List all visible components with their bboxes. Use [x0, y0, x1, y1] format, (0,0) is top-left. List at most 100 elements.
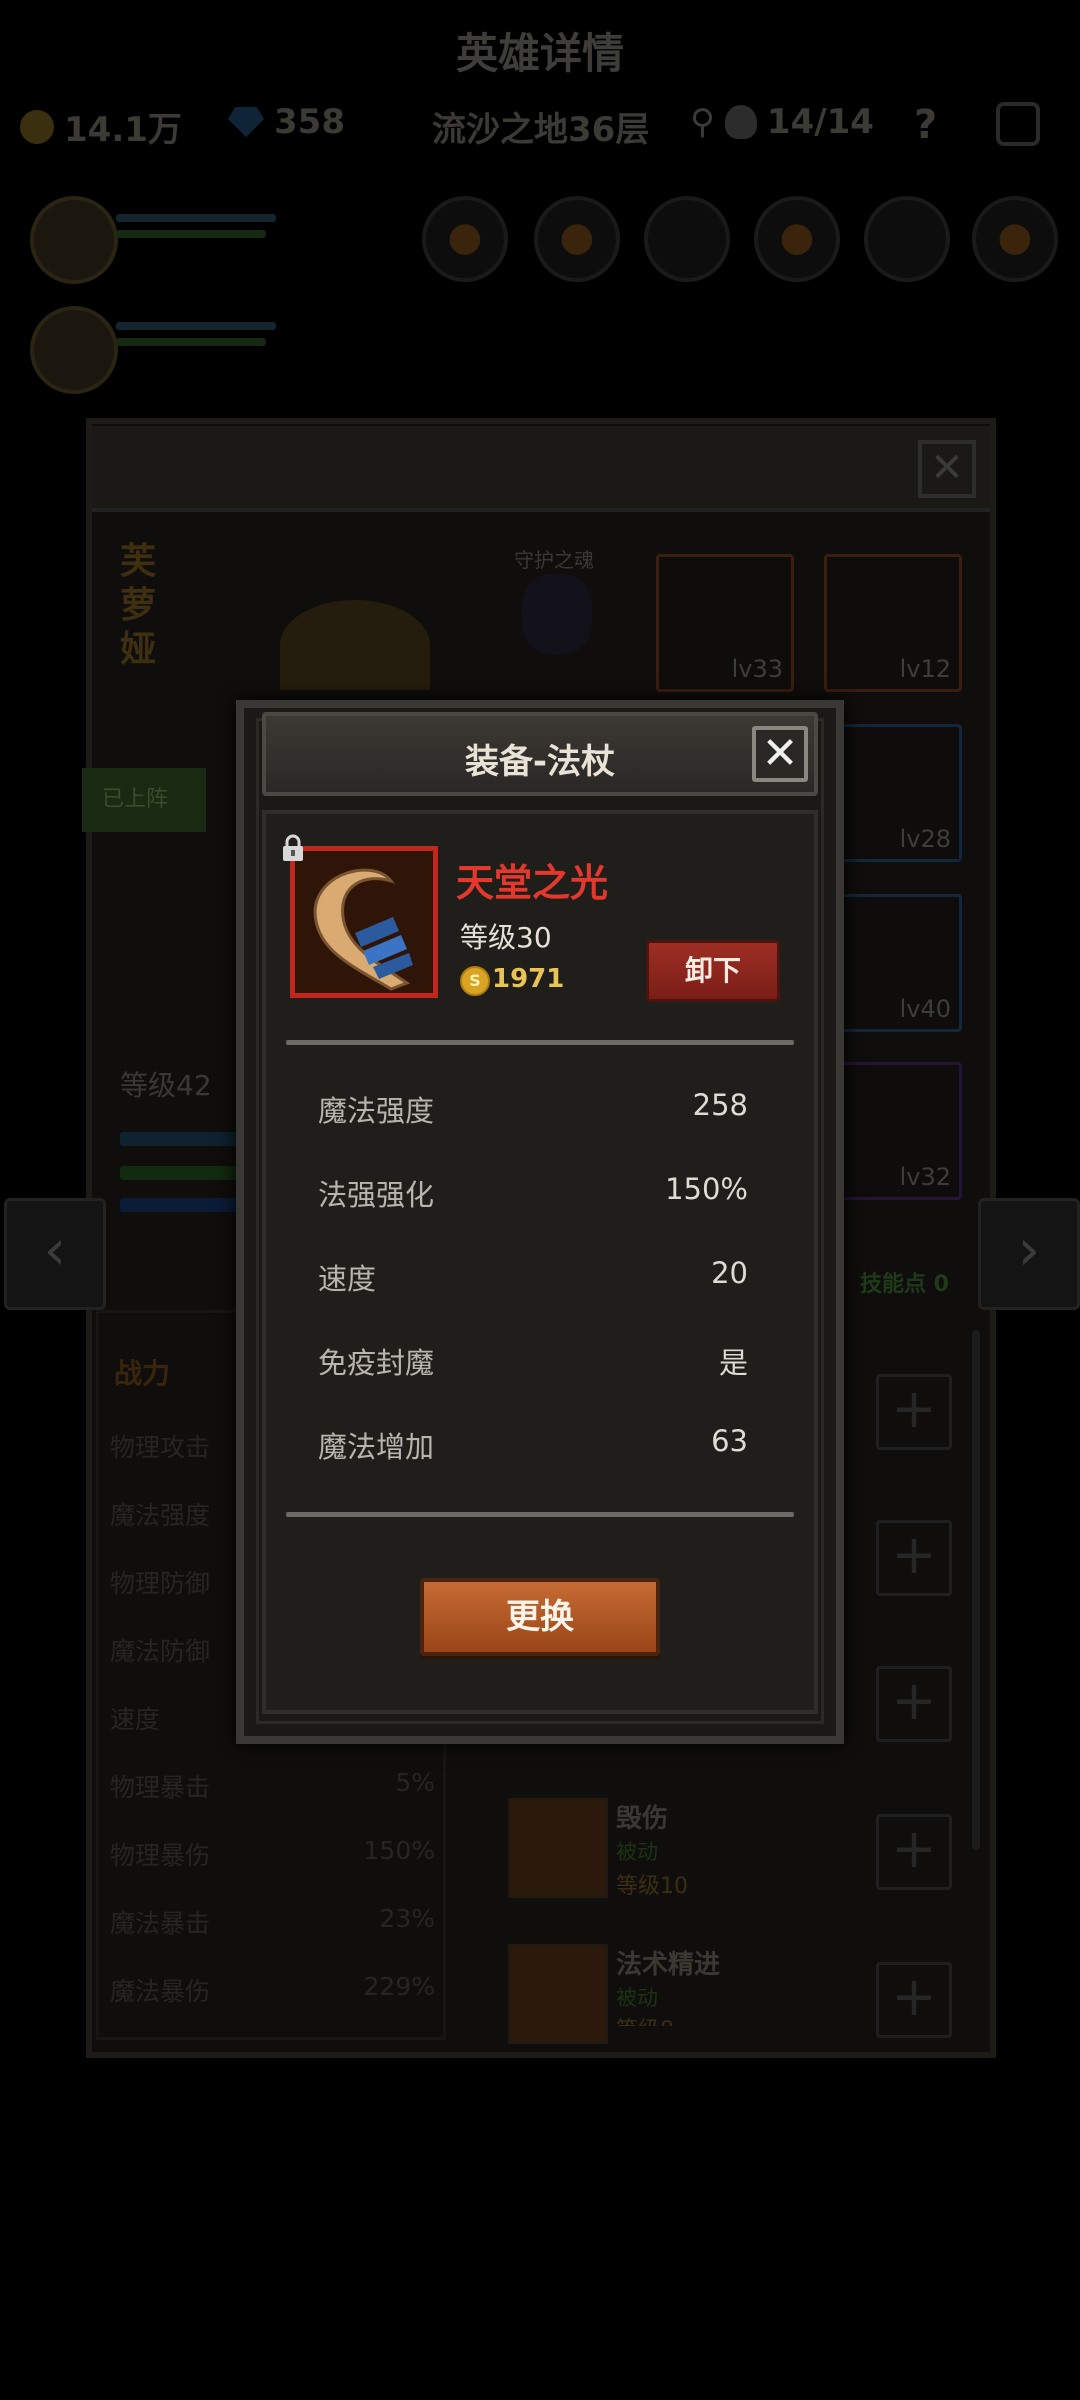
unequip-button[interactable]: 卸下: [646, 940, 780, 1002]
mp-bar: [120, 1198, 240, 1212]
equip-level: lv32: [899, 1163, 951, 1191]
skill-upgrade-button[interactable]: +: [876, 1666, 952, 1742]
skill-points: 技能点 0: [860, 1272, 949, 1297]
item-stat-value: 150%: [665, 1172, 748, 1206]
swap-equipment-button[interactable]: 更换: [420, 1578, 660, 1656]
hero-details-close-button[interactable]: ✕: [918, 440, 976, 498]
hero-details-title: 英雄详情: [455, 29, 624, 78]
exp-bar: [120, 1132, 240, 1146]
equip-slot-ring[interactable]: lv40: [824, 894, 962, 1032]
help-icon: ?: [914, 102, 938, 148]
equip-slot-helmet[interactable]: lv33: [656, 554, 794, 692]
modal-title: 装备-法杖: [464, 742, 616, 782]
stat-label: 魔法防御: [110, 1637, 211, 1666]
skill-level: 等级10: [616, 1874, 688, 1899]
skills-scrollbar[interactable]: [972, 1330, 980, 1850]
next-hero-button[interactable]: ›: [978, 1198, 1080, 1310]
stat-label: 速度: [110, 1705, 161, 1734]
staff-icon: [295, 851, 433, 993]
plus-icon: +: [891, 1523, 937, 1586]
stat-label: 物理暴击: [110, 1773, 211, 1802]
item-name: 天堂之光: [456, 861, 609, 905]
stat-label: 魔法暴伤: [110, 1977, 211, 2006]
gold-display: 14.1万: [20, 102, 182, 151]
equip-level: lv33: [731, 655, 783, 683]
plus-icon: +: [891, 1377, 937, 1440]
hero-level: 等级42: [120, 1069, 212, 1102]
hero-hp-bar: [116, 322, 276, 330]
stat-value: 23%: [379, 1904, 435, 1933]
slot-eye-icon[interactable]: [644, 196, 730, 282]
slot-pumpkin-icon[interactable]: ●: [972, 196, 1058, 282]
stat-row: 魔法暴击 23%: [110, 1904, 435, 1940]
skull-icon: [724, 105, 757, 139]
slot-pumpkin-icon[interactable]: ●: [422, 196, 508, 282]
help-button[interactable]: ?: [914, 102, 937, 148]
hero-mp-bar: [116, 230, 266, 238]
stats-header: 战力: [114, 1357, 171, 1390]
stat-row: 魔法暴伤 229%: [110, 1972, 435, 2008]
location-display: 流沙之地36层: [432, 102, 649, 151]
item-level: 等级30: [460, 921, 552, 954]
gold-amount: 14.1万: [64, 110, 182, 150]
menu-button[interactable]: [996, 102, 1040, 146]
skill-type: 被动: [616, 1986, 658, 2010]
prev-hero-button[interactable]: ‹: [4, 1198, 106, 1310]
hero-mp-bar: [116, 338, 266, 346]
divider: [286, 1512, 794, 1517]
kill-counter: ⚲ 14/14: [690, 102, 874, 142]
item-stat-value: 63: [711, 1424, 748, 1458]
skill-name: 法术精进: [616, 1950, 721, 1980]
hero-details-header: [92, 426, 990, 512]
skill-level: 等级8: [616, 2012, 674, 2026]
gold-coin-icon: S: [460, 966, 490, 996]
divider: [286, 1040, 794, 1045]
lock-icon[interactable]: [280, 834, 306, 862]
slot-leaf-icon[interactable]: [864, 196, 950, 282]
hero-name: 芙萝娅: [120, 541, 157, 670]
item-stat-value: 20: [711, 1256, 748, 1290]
stat-label: 物理攻击: [110, 1433, 211, 1462]
stat-row: 物理暴伤 150%: [110, 1836, 435, 1872]
skill-upgrade-button[interactable]: +: [876, 1374, 952, 1450]
skill-upgrade-button[interactable]: +: [876, 1520, 952, 1596]
skill-upgrade-button[interactable]: +: [876, 1962, 952, 2038]
stat-value: 5%: [395, 1768, 435, 1797]
plus-icon: +: [891, 1669, 937, 1732]
stat-label: 魔法强度: [110, 1501, 211, 1530]
equip-level: lv28: [899, 825, 951, 853]
equip-slot-boots[interactable]: lv28: [824, 724, 962, 862]
hero-portrait[interactable]: [30, 306, 118, 394]
close-icon[interactable]: ✕: [752, 726, 808, 782]
key-icon: ⚲: [690, 102, 715, 142]
stat-label: 物理防御: [110, 1569, 211, 1598]
hero-sprite: [280, 600, 430, 690]
item-stat-label: 魔法增加: [318, 1430, 435, 1464]
skill-type: 被动: [616, 1840, 658, 1864]
hp-bar: [120, 1166, 240, 1180]
item-icon-frame[interactable]: [290, 846, 438, 998]
item-stat-label: 魔法强度: [318, 1094, 435, 1128]
deployed-badge: 已上阵: [82, 768, 206, 832]
gem-icon: [228, 107, 264, 137]
guardian-label: 守护之魂: [514, 548, 594, 572]
hero-portrait[interactable]: [30, 196, 118, 284]
kill-count: 14/14: [766, 102, 874, 142]
plus-icon: +: [891, 1965, 937, 2028]
stat-label: 魔法暴击: [110, 1909, 211, 1938]
stat-row: 物理暴击 5%: [110, 1768, 435, 1804]
slot-pumpkin-icon[interactable]: ●: [534, 196, 620, 282]
item-price: 1971: [492, 964, 565, 994]
item-stat-value: 258: [692, 1088, 748, 1122]
ghost-icon: [996, 102, 1040, 146]
item-stat-value: 是: [718, 1346, 748, 1380]
slot-pumpkin-icon[interactable]: ●: [754, 196, 840, 282]
gem-display: 358: [228, 102, 345, 142]
coin-icon: [20, 109, 54, 144]
equip-slot-shield[interactable]: lv32: [824, 1062, 962, 1200]
stat-label: 物理暴伤: [110, 1841, 211, 1870]
skill-upgrade-button[interactable]: +: [876, 1814, 952, 1890]
skill-icon: [508, 1944, 608, 2044]
equip-slot-armor[interactable]: lv12: [824, 554, 962, 692]
equip-level: lv12: [899, 655, 951, 683]
